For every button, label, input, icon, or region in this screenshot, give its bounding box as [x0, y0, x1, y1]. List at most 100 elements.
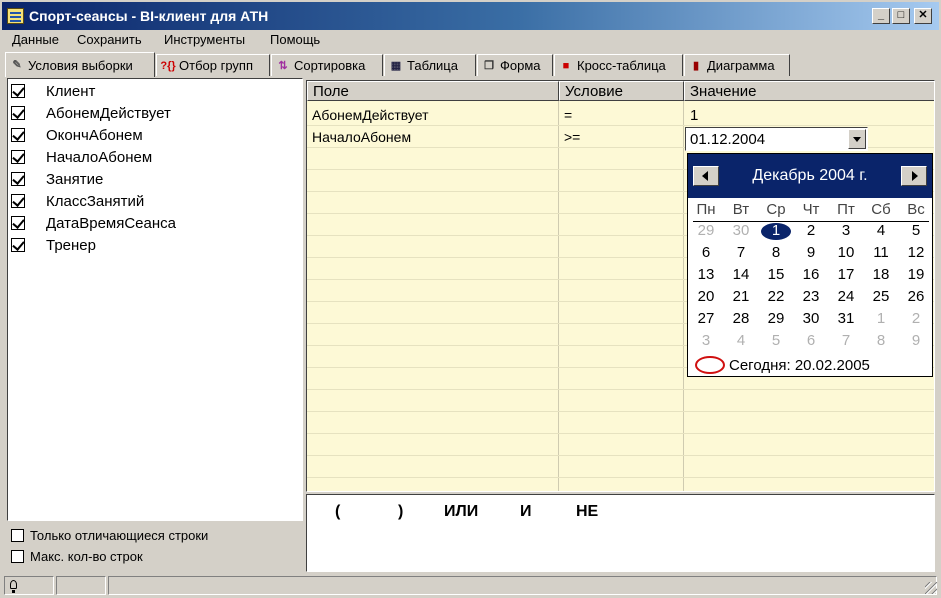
maximize-button[interactable]: □	[892, 8, 910, 24]
max-rows-checkbox[interactable]	[11, 549, 24, 563]
tab-group-filter[interactable]: ?{} Отбор групп	[156, 54, 270, 76]
list-item[interactable]: Занятие	[11, 169, 301, 189]
tab-conditions[interactable]: ✎ Условия выборки	[5, 52, 155, 77]
calendar-day[interactable]: 19	[900, 265, 932, 285]
calendar-day[interactable]: 28	[725, 309, 757, 329]
calendar-day[interactable]: 8	[865, 331, 897, 351]
list-item[interactable]: ОкончАбонем	[11, 125, 301, 145]
menu-help[interactable]: Помощь	[270, 32, 320, 47]
calendar-day[interactable]: 21	[725, 287, 757, 307]
calendar-day[interactable]: 15	[760, 265, 792, 285]
column-header-value[interactable]: Значение	[684, 81, 934, 101]
calendar-day[interactable]: 30	[725, 221, 757, 241]
calendar-day[interactable]: 5	[760, 331, 792, 351]
field-label: АбонемДействует	[46, 104, 171, 122]
cell-field[interactable]: НачалоАбонем	[312, 129, 411, 145]
cell-condition[interactable]: =	[564, 107, 572, 123]
calendar-day[interactable]: 24	[830, 287, 862, 307]
list-item[interactable]: Тренер	[11, 235, 301, 255]
calendar-day[interactable]: 4	[865, 221, 897, 241]
field-checkbox[interactable]	[11, 150, 25, 164]
distinct-rows-checkbox[interactable]	[11, 528, 24, 542]
calendar-day[interactable]: 22	[760, 287, 792, 307]
calendar-day[interactable]: 27	[690, 309, 722, 329]
calendar-day[interactable]: 26	[900, 287, 932, 307]
calendar-day[interactable]: 29	[760, 309, 792, 329]
calendar-day[interactable]: 14	[725, 265, 757, 285]
title-bar[interactable]: Спорт-сеансы - BI-клиент для АТН _ □ ✕	[0, 0, 941, 30]
calendar-day[interactable]: 18	[865, 265, 897, 285]
sort-icon: ⇅	[278, 59, 288, 72]
close-button[interactable]: ✕	[914, 8, 932, 24]
calendar-day[interactable]: 31	[830, 309, 862, 329]
field-checkbox[interactable]	[11, 194, 25, 208]
calendar-day[interactable]: 17	[830, 265, 862, 285]
chevron-down-icon[interactable]	[848, 129, 866, 149]
calendar-day[interactable]: 2	[900, 309, 932, 329]
and-button[interactable]: И	[520, 503, 532, 521]
calendar-day[interactable]: 2	[795, 221, 827, 241]
tab-sort[interactable]: ⇅ Сортировка	[271, 54, 383, 76]
field-checkbox[interactable]	[11, 238, 25, 252]
calendar-day[interactable]: 23	[795, 287, 827, 307]
list-item[interactable]: АбонемДействует	[11, 103, 301, 123]
list-item[interactable]: КлассЗанятий	[11, 191, 301, 211]
distinct-rows-option[interactable]: Только отличающиеся строки	[11, 526, 208, 544]
tab-chart[interactable]: ▮ Диаграмма	[684, 54, 790, 76]
calendar-day[interactable]: 1	[865, 309, 897, 329]
calendar-day[interactable]: 9	[900, 331, 932, 351]
tab-cross-table[interactable]: ■ Кросс-таблица	[554, 54, 683, 76]
field-checkbox[interactable]	[11, 84, 25, 98]
open-paren-button[interactable]: (	[335, 503, 340, 521]
list-item[interactable]: НачалоАбонем	[11, 147, 301, 167]
calendar-day[interactable]: 9	[795, 243, 827, 263]
not-button[interactable]: НЕ	[576, 503, 598, 521]
calendar-day[interactable]: 8	[760, 243, 792, 263]
list-item[interactable]: ДатаВремяСеанса	[11, 213, 301, 233]
calendar-day[interactable]: 3	[830, 221, 862, 241]
calendar-day[interactable]: 3	[690, 331, 722, 351]
group-filter-icon: ?{}	[160, 59, 176, 72]
or-button[interactable]: ИЛИ	[444, 503, 478, 521]
calendar-popup[interactable]: Декабрь 2004 г. Пн Вт Ср Чт Пт Сб Вс 29 3…	[687, 153, 933, 377]
tab-bar: ✎ Условия выборки ?{} Отбор групп ⇅ Сорт…	[3, 52, 938, 77]
menu-tools[interactable]: Инструменты	[164, 32, 245, 47]
table-icon: ▦	[390, 59, 402, 72]
calendar-day[interactable]: 20	[690, 287, 722, 307]
minimize-button[interactable]: _	[872, 8, 890, 24]
field-checkbox[interactable]	[11, 128, 25, 142]
calendar-day[interactable]: 29	[690, 221, 722, 241]
calendar-day[interactable]: 7	[725, 243, 757, 263]
field-checkbox[interactable]	[11, 106, 25, 120]
tab-form[interactable]: ❐ Форма	[477, 54, 553, 76]
calendar-day[interactable]: 7	[830, 331, 862, 351]
calendar-day[interactable]: 6	[795, 331, 827, 351]
close-paren-button[interactable]: )	[398, 503, 403, 521]
calendar-day[interactable]: 4	[725, 331, 757, 351]
calendar-day[interactable]: 6	[690, 243, 722, 263]
calendar-day[interactable]: 30	[795, 309, 827, 329]
resize-grip-icon[interactable]	[925, 582, 937, 594]
column-header-field[interactable]: Поле	[307, 81, 559, 101]
list-item[interactable]: Клиент	[11, 81, 301, 101]
calendar-day[interactable]: 25	[865, 287, 897, 307]
date-combobox[interactable]: 01.12.2004	[685, 127, 868, 151]
cell-condition[interactable]: >=	[564, 129, 580, 145]
calendar-day[interactable]: 10	[830, 243, 862, 263]
cell-value[interactable]: 1	[690, 107, 698, 124]
calendar-day[interactable]: 13	[690, 265, 722, 285]
calendar-day[interactable]: 5	[900, 221, 932, 241]
field-checkbox[interactable]	[11, 216, 25, 230]
field-checkbox[interactable]	[11, 172, 25, 186]
calendar-day[interactable]: 12	[900, 243, 932, 263]
field-label: НачалоАбонем	[46, 148, 153, 166]
menu-data[interactable]: Данные	[12, 32, 59, 47]
calendar-day[interactable]: 11	[865, 243, 897, 263]
tab-table[interactable]: ▦ Таблица	[384, 54, 476, 76]
calendar-day[interactable]: 1	[760, 221, 792, 241]
max-rows-option[interactable]: Макс. кол-во строк	[11, 547, 143, 565]
calendar-day[interactable]: 16	[795, 265, 827, 285]
column-header-condition[interactable]: Условие	[559, 81, 684, 101]
menu-save[interactable]: Сохранить	[77, 32, 142, 47]
cell-field[interactable]: АбонемДействует	[312, 107, 429, 123]
